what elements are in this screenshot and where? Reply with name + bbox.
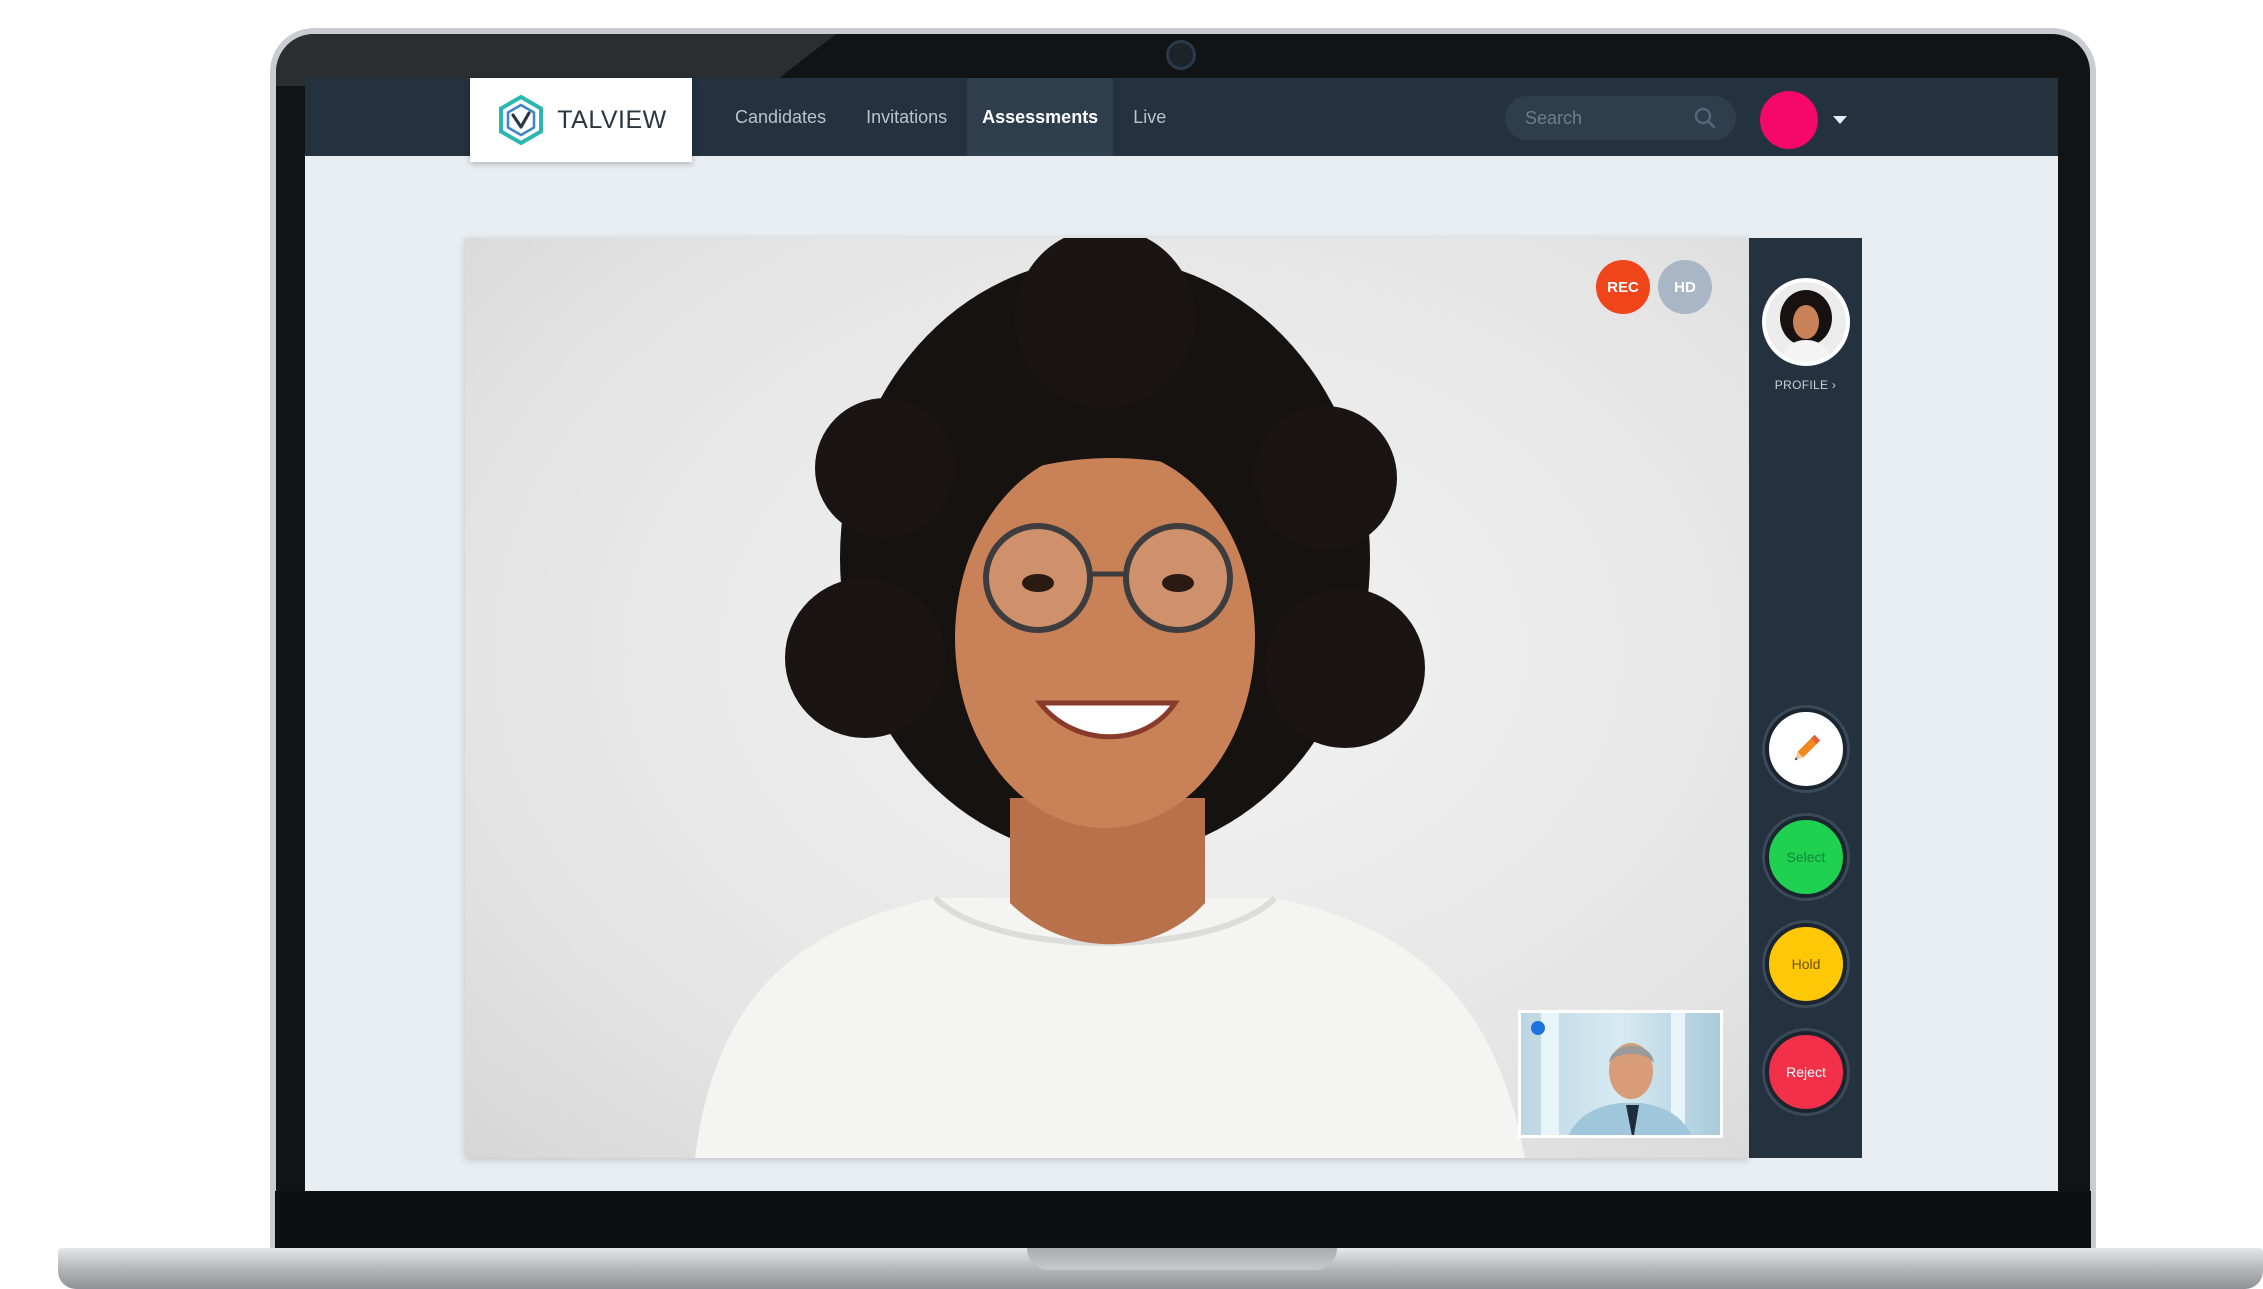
- chevron-right-icon: ›: [1831, 378, 1837, 392]
- hold-button[interactable]: Hold: [1765, 923, 1847, 1005]
- hd-badge[interactable]: HD: [1658, 260, 1712, 314]
- pencil-icon: [1794, 734, 1821, 761]
- logo[interactable]: TALVIEW: [470, 78, 692, 162]
- edit-notes-button[interactable]: [1765, 708, 1847, 790]
- profile-label: PROFILE: [1774, 378, 1829, 392]
- laptop-chin: [275, 1191, 2091, 1248]
- camera-icon: [1166, 40, 1196, 70]
- interviewer-pip-video[interactable]: [1518, 1010, 1723, 1138]
- candidate-avatar-image: [1766, 282, 1846, 362]
- search-icon[interactable]: [1694, 107, 1716, 129]
- rec-badge[interactable]: REC: [1596, 260, 1650, 314]
- candidate-action-panel: PROFILE › Select Hold Reject: [1749, 238, 1862, 1158]
- profile-link[interactable]: PROFILE ›: [1749, 378, 1862, 392]
- search-input[interactable]: Search: [1505, 96, 1736, 140]
- live-indicator-dot: [1531, 1021, 1545, 1035]
- nav-links: Candidates Invitations Assessments Live: [715, 78, 1186, 156]
- reject-button[interactable]: Reject: [1765, 1031, 1847, 1113]
- laptop-notch: [1027, 1248, 1337, 1270]
- hexagon-logo-icon: [499, 94, 544, 146]
- nav-candidates[interactable]: Candidates: [715, 78, 846, 156]
- nav-live[interactable]: Live: [1113, 78, 1186, 156]
- nav-invitations[interactable]: Invitations: [846, 78, 967, 156]
- main-video: REC HD: [465, 238, 1749, 1158]
- nav-assessments[interactable]: Assessments: [967, 78, 1114, 156]
- chevron-down-icon[interactable]: [1833, 116, 1847, 124]
- logo-text: TALVIEW: [557, 105, 667, 134]
- interviewer-image: [1541, 1013, 1691, 1135]
- select-button[interactable]: Select: [1765, 816, 1847, 898]
- user-avatar[interactable]: [1760, 91, 1818, 149]
- search-placeholder: Search: [1525, 107, 1583, 128]
- candidate-profile-photo[interactable]: [1762, 278, 1850, 366]
- screen: TALVIEW Candidates Invitations Assessmen…: [305, 78, 2058, 1191]
- navbar: TALVIEW Candidates Invitations Assessmen…: [305, 78, 2058, 162]
